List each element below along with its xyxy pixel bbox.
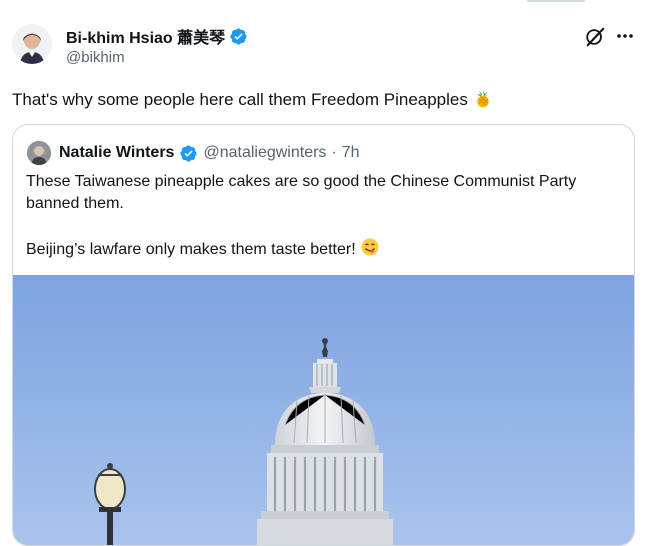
top-divider xyxy=(527,0,585,2)
pineapple-emoji xyxy=(476,90,489,108)
author-handle[interactable]: @bikhim xyxy=(66,49,248,66)
verified-badge-icon xyxy=(180,144,198,162)
more-options-icon[interactable] xyxy=(615,25,635,47)
quoted-tweet-header: Natalie Winters @nataliegwinters · 7h xyxy=(27,141,360,165)
quoted-tweet-card[interactable]: Natalie Winters @nataliegwinters · 7h Th… xyxy=(12,124,635,546)
verified-badge-icon[interactable] xyxy=(229,27,248,46)
author-name[interactable]: Bi-khim Hsiao 蕭美琴 xyxy=(66,24,225,48)
quoted-paragraph-2: Beijing’s lawfare only makes them taste … xyxy=(26,241,356,258)
separator-dot: · xyxy=(331,144,337,161)
quoted-paragraph-2-line: Beijing’s lawfare only makes them taste … xyxy=(26,237,626,261)
tweet-body: That's why some people here call them Fr… xyxy=(12,90,468,109)
quoted-timestamp[interactable]: 7h xyxy=(342,144,360,162)
author-block: Bi-khim Hsiao 蕭美琴 @bikhim xyxy=(66,26,248,66)
quoted-tweet-text: These Taiwanese pineapple cakes are so g… xyxy=(26,171,626,261)
quoted-author-handle[interactable]: @nataliegwinters xyxy=(203,144,326,162)
author-avatar[interactable] xyxy=(12,24,52,64)
quoted-paragraph-1: These Taiwanese pineapple cakes are so g… xyxy=(26,173,577,212)
quoted-author-avatar[interactable] xyxy=(27,141,51,165)
quoted-tweet-photo[interactable] xyxy=(13,275,634,545)
quoted-author-name[interactable]: Natalie Winters xyxy=(59,144,174,162)
grok-icon[interactable] xyxy=(584,26,606,48)
tweet-text: That's why some people here call them Fr… xyxy=(12,88,493,111)
yum-face-emoji xyxy=(361,238,379,256)
